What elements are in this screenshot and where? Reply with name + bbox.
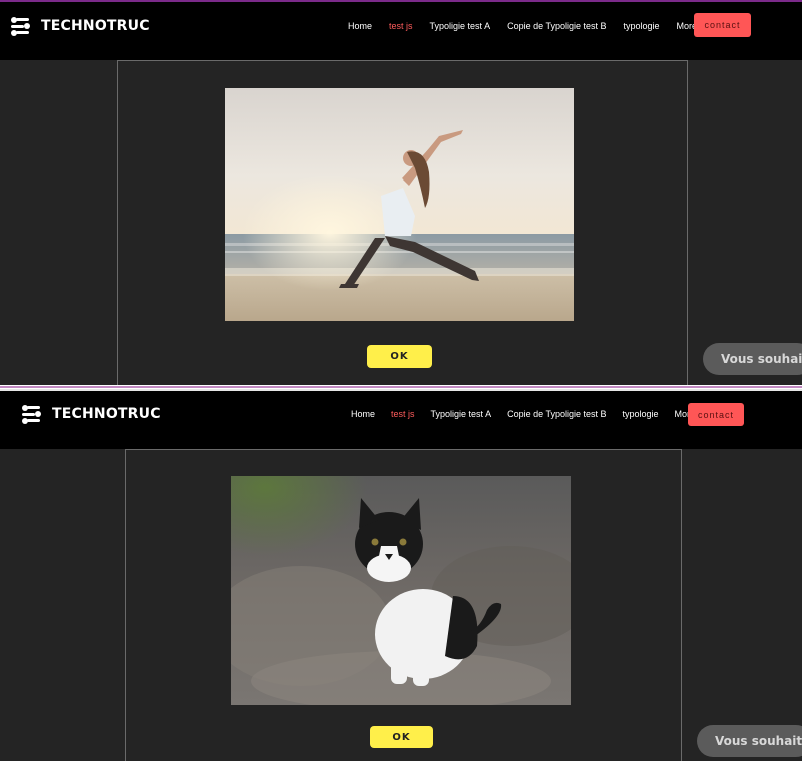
logo-icon bbox=[22, 404, 42, 424]
chat-widget[interactable]: Vous souhaitez bbox=[697, 725, 802, 757]
brand-name: TECHNOTRUC bbox=[41, 18, 150, 34]
chat-widget[interactable]: Vous souhaitez bbox=[703, 343, 802, 375]
nav-copie-typoligie-test-b[interactable]: Copie de Typoligie test B bbox=[507, 21, 606, 31]
site-header: TECHNOTRUC Home test js Typoligie test A… bbox=[0, 2, 802, 60]
nav-typologie[interactable]: typologie bbox=[623, 21, 659, 31]
nav-home[interactable]: Home bbox=[348, 21, 372, 31]
main-nav: Home test js Typoligie test A Copie de T… bbox=[351, 407, 695, 421]
kitten-photo bbox=[231, 476, 571, 705]
nav-test-js[interactable]: test js bbox=[391, 409, 415, 419]
contact-button[interactable]: contact bbox=[694, 13, 751, 37]
ok-button[interactable]: OK bbox=[367, 345, 432, 368]
site-header: TECHNOTRUC Home test js Typoligie test A… bbox=[0, 391, 802, 449]
yoga-image bbox=[225, 88, 574, 321]
brand-name: TECHNOTRUC bbox=[52, 406, 161, 422]
contact-button[interactable]: contact bbox=[688, 403, 744, 426]
main-nav: Home test js Typoligie test A Copie de T… bbox=[348, 19, 697, 33]
nav-typoligie-test-a[interactable]: Typoligie test A bbox=[431, 409, 492, 419]
ok-button[interactable]: OK bbox=[370, 726, 433, 748]
logo-icon bbox=[11, 16, 31, 36]
nav-test-js[interactable]: test js bbox=[389, 21, 413, 31]
yoga-photo bbox=[225, 88, 574, 321]
nav-copie-typoligie-test-b[interactable]: Copie de Typoligie test B bbox=[507, 409, 606, 419]
screenshot-panel-top: TECHNOTRUC Home test js Typoligie test A… bbox=[0, 0, 802, 385]
kitten-image bbox=[231, 476, 571, 705]
site-logo[interactable]: TECHNOTRUC bbox=[22, 404, 161, 424]
site-logo[interactable]: TECHNOTRUC bbox=[11, 16, 150, 36]
chat-label: Vous souhaitez bbox=[715, 734, 802, 748]
nav-typologie[interactable]: typologie bbox=[622, 409, 658, 419]
nav-typoligie-test-a[interactable]: Typoligie test A bbox=[430, 21, 491, 31]
screenshot-panel-bottom: TECHNOTRUC Home test js Typoligie test A… bbox=[0, 389, 802, 761]
nav-home[interactable]: Home bbox=[351, 409, 375, 419]
chat-label: Vous souhaitez bbox=[721, 352, 802, 366]
